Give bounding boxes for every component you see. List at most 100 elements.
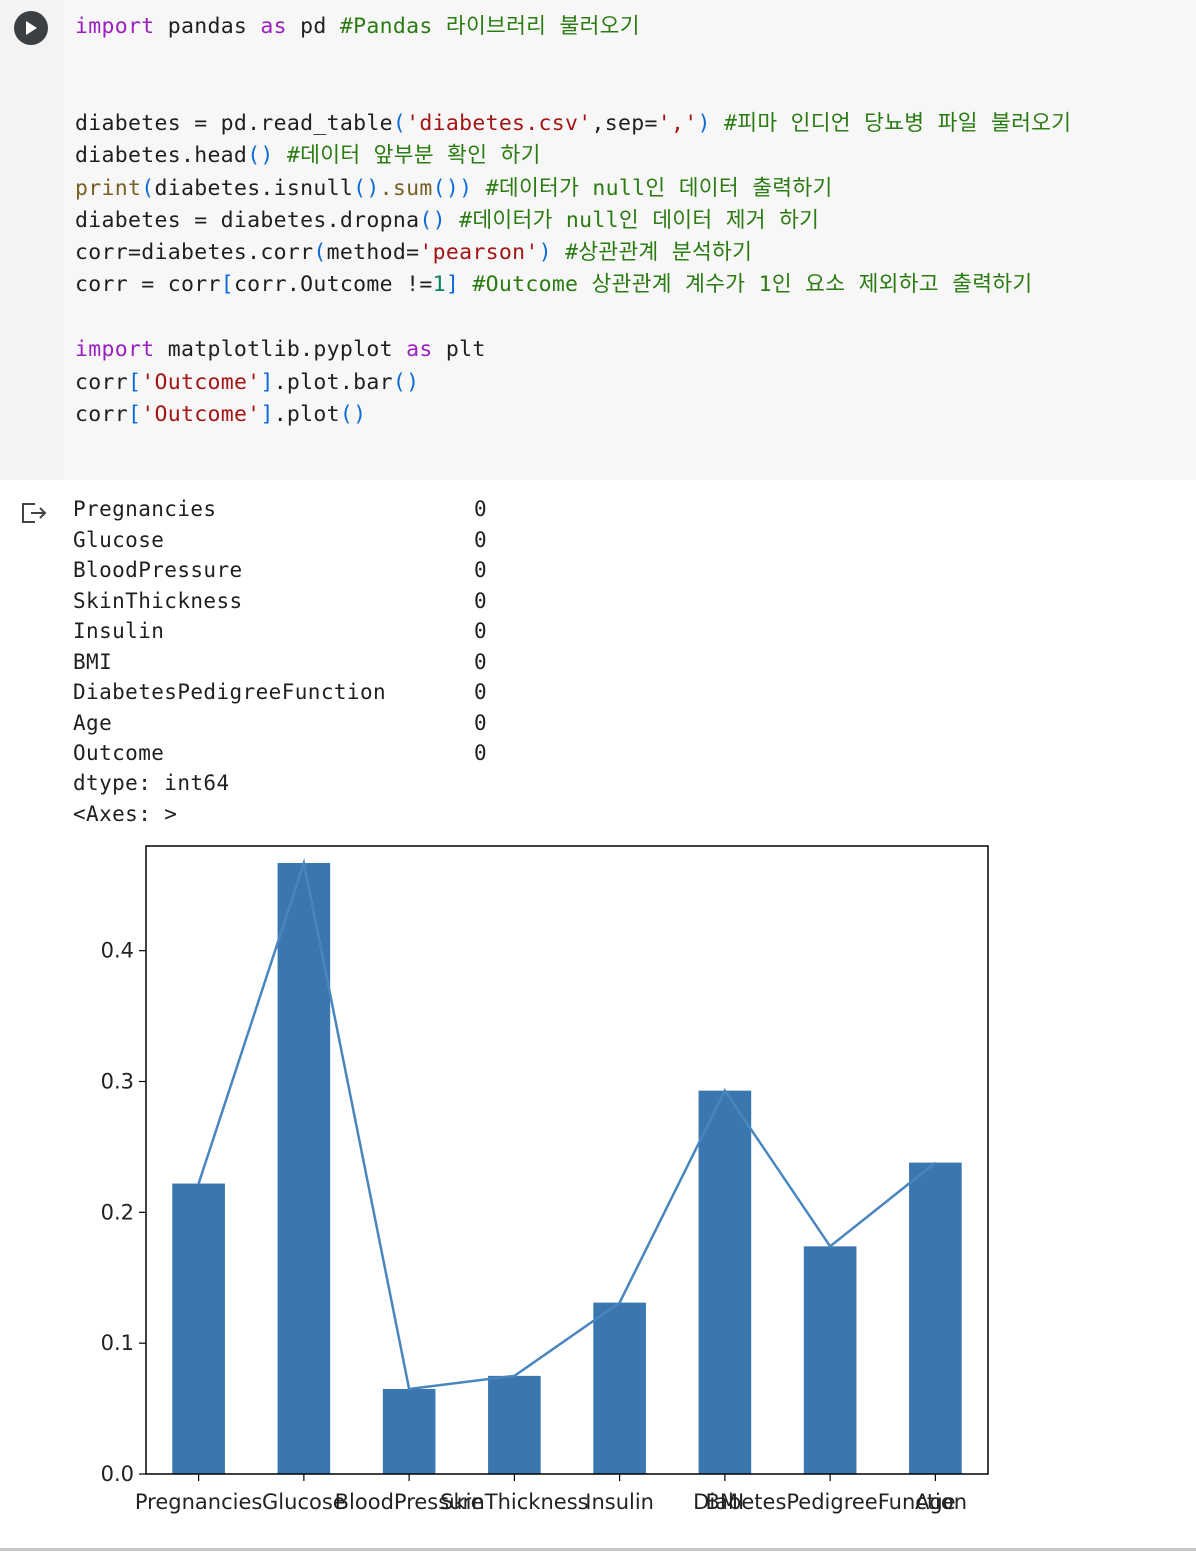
output-row-name: BloodPressure [73, 558, 243, 582]
code-token: as [406, 337, 433, 362]
output-row-value: 0 [474, 619, 487, 643]
code-token: diabetes.head [75, 143, 248, 168]
correlation-chart: 0.00.10.20.30.4Pregnancies GlucoseBloodPr… [101, 845, 989, 1514]
output-row-value: 0 [474, 710, 487, 735]
x-tick-label: Pregnancies [135, 1490, 262, 1514]
code-token: #데이터가 null인 데이터 제거 하기 [445, 208, 820, 233]
code-token: ) [538, 240, 552, 265]
output-row-name: Insulin [73, 619, 165, 643]
y-tick-label: 0.3 [101, 1070, 134, 1094]
output-row-name: BMI [73, 649, 113, 674]
cell-divider [0, 1548, 1196, 1551]
notebook-cell: import pandas as pd #Pandas 라이브러리 불러오기 d… [0, 0, 1196, 1552]
code-token: diabetes = pd.read_table [75, 111, 393, 136]
x-tick-label: Insulin [585, 1490, 654, 1514]
bar [698, 1090, 752, 1474]
x-tick-label: Glucose [262, 1490, 346, 1514]
bar [382, 1388, 436, 1474]
code-token: pd [286, 14, 340, 39]
code-token: ',' [657, 111, 698, 136]
bar [488, 1375, 541, 1474]
y-tick-label: 0.4 [101, 939, 134, 963]
code-token: matplotlib.pyplot [154, 337, 407, 362]
code-token: 'pearson' [419, 240, 539, 265]
code-line: import matplotlib.pyplot as plt [75, 334, 486, 366]
run-cell-button[interactable] [14, 11, 48, 45]
code-token: .plot [273, 402, 340, 427]
code-token: () [419, 208, 446, 233]
code-token: plt [432, 337, 486, 362]
bar [909, 1162, 962, 1474]
output-row-name: Glucose [73, 527, 165, 552]
code-token: corr.Outcome != [233, 272, 433, 297]
code-token: 'Outcome' [141, 370, 261, 395]
code-line: corr['Outcome'].plot() [75, 399, 366, 431]
output-row-name: SkinThickness [73, 588, 243, 613]
output-row-name: DiabetesPedigreeFunction [73, 680, 387, 704]
y-tick-label: 0.1 [101, 1331, 134, 1355]
x-tick-label: Age [915, 1490, 956, 1514]
code-token: ( [141, 176, 155, 201]
code-token: 1 [432, 272, 446, 297]
code-line: diabetes.head() #데이터 앞부분 확인 하기 [75, 140, 541, 172]
x-tick-label: SkinThickness [440, 1490, 588, 1514]
output-row-value: 0 [474, 558, 487, 582]
code-token: () [247, 143, 274, 168]
code-token: ] [260, 402, 274, 427]
output-row-value: 0 [474, 741, 487, 765]
code-token: () [353, 176, 380, 201]
code-line: diabetes = diabetes.dropna() #데이터가 null인… [75, 205, 819, 237]
code-token: corr=diabetes.corr [75, 240, 314, 265]
code-token: method= [326, 240, 420, 265]
output-row-value: 0 [474, 588, 487, 613]
code-token: #피마 인디언 당뇨병 파일 불러오기 [710, 111, 1072, 136]
code-token: ,sep= [591, 111, 658, 136]
code-token: pandas [154, 14, 261, 39]
code-line: diabetes = pd.read_table('diabetes.csv',… [75, 108, 1071, 140]
output-row-value: 0 [474, 680, 487, 704]
output-row-value: 0 [474, 497, 487, 521]
code-token: [ [127, 370, 142, 395]
code-token: corr = corr [75, 272, 221, 297]
code-token: print [75, 176, 142, 201]
code-token: diabetes.isnull [154, 176, 354, 201]
code-token: import [75, 14, 155, 39]
code-token: import [75, 337, 155, 362]
output-axes: <Axes: > [73, 802, 178, 826]
code-token: [ [220, 272, 234, 297]
bar [803, 1246, 857, 1474]
output-dtype: dtype: int64 [73, 771, 230, 795]
code-line: corr['Outcome'].plot.bar() [75, 367, 419, 399]
output-row-value: 0 [474, 649, 487, 674]
code-token: corr [75, 402, 128, 427]
code-token: .plot.bar [273, 370, 393, 395]
output-row-name: Outcome [73, 741, 165, 765]
code-token: #Pandas 라이브러리 불러오기 [339, 14, 640, 39]
output-arrow-icon[interactable] [20, 500, 48, 526]
code-token: ] [445, 272, 460, 297]
code-token: .sum [379, 176, 433, 201]
y-tick-label: 0.2 [101, 1200, 134, 1224]
code-token: ) [697, 111, 711, 136]
plot-frame [145, 845, 989, 1475]
code-token: 'Outcome' [141, 402, 261, 427]
output-row-name: Age [73, 710, 113, 735]
output-row-value: 0 [474, 527, 487, 552]
code-token: ( [392, 111, 407, 136]
code-token: 'diabetes.csv' [406, 111, 592, 136]
code-token: as [260, 14, 287, 39]
code-token: [ [127, 402, 142, 427]
code-token: ()) [432, 176, 473, 201]
code-token: diabetes = diabetes.dropna [75, 208, 420, 233]
code-token: ( [313, 240, 327, 265]
cell-gutter [0, 0, 64, 480]
code-token: ] [260, 370, 274, 395]
code-token: #Outcome 상관관계 계수가 1인 요소 제외하고 출력하기 [459, 272, 1033, 297]
bar [593, 1302, 646, 1474]
code-token: #데이터 앞부분 확인 하기 [273, 143, 541, 168]
code-token: () [339, 402, 367, 427]
code-token: #데이터가 null인 데이터 출력하기 [472, 176, 833, 201]
y-tick-label: 0.0 [101, 1462, 134, 1486]
code-token: corr [75, 370, 128, 395]
code-line: import pandas as pd #Pandas 라이브러리 불러오기 [75, 11, 640, 43]
